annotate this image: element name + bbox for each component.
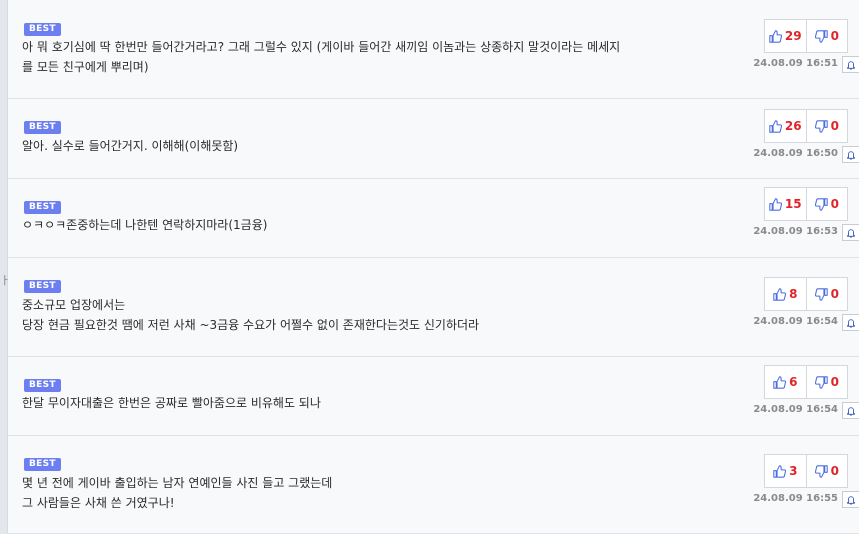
comment-date: 24.08.09 16:54 (753, 316, 838, 327)
comment-text: ㅇㅋㅇㅋ존중하는데 나한텐 연락하지마라(1금융) (22, 218, 268, 232)
notify-button[interactable] (842, 56, 859, 73)
upvote-button[interactable]: 26 (765, 110, 806, 142)
bell-icon (847, 318, 855, 328)
upvote-button[interactable]: 29 (765, 20, 806, 52)
comment-item: BEST 한달 무이자대출은 한번은 공짜로 빨아줌으로 비유해도 되나 6 0 24.… (8, 357, 859, 436)
best-badge: BEST (24, 121, 61, 134)
downvote-count: 0 (830, 29, 839, 43)
left-strip (0, 0, 8, 534)
vote-box: 60 (764, 365, 848, 399)
bell-icon (847, 228, 855, 238)
downvote-count: 0 (830, 287, 839, 301)
comment-text: 아 뭐 호기심에 딱 한번만 들어간거라고? 그래 그럴수 있지 (게이바 들어… (22, 40, 621, 74)
best-badge: BEST (24, 201, 61, 214)
best-badge: BEST (24, 280, 61, 293)
downvote-count: 0 (830, 119, 839, 133)
thumbs-down-icon (814, 375, 828, 389)
upvote-count: 29 (784, 29, 802, 43)
comment-text: 한달 무이자대출은 한번은 공짜로 빨아줌으로 비유해도 되나 (22, 396, 321, 410)
comment-text: 중소규모 업장에서는 당장 현금 필요한것 땜에 저런 사채 ~3금융 수요가 … (22, 298, 480, 332)
thumbs-up-icon (773, 287, 787, 301)
upvote-count: 3 (789, 464, 798, 478)
best-badge: BEST (24, 458, 61, 471)
downvote-button[interactable]: 0 (805, 110, 848, 142)
upvote-button[interactable]: 15 (765, 188, 806, 220)
bell-icon (847, 495, 855, 505)
upvote-count: 26 (784, 119, 802, 133)
thumbs-up-icon (769, 197, 782, 211)
bell-icon (847, 406, 855, 416)
thumbs-up-icon (769, 29, 782, 43)
upvote-button[interactable]: 3 (765, 455, 806, 487)
downvote-button[interactable]: 0 (805, 366, 848, 398)
vote-box: 15 0 (764, 187, 848, 221)
notify-button[interactable] (842, 314, 859, 331)
comment-item: BEST ㅇㅋㅇㅋ존중하는데 나한텐 연락하지마라(1금융) 15 0 24.08.09… (8, 179, 859, 258)
comment-text: 알아. 실수로 들어간거지. 이해해(이해못함) (22, 139, 239, 153)
vote-box: 29 0 (764, 19, 848, 53)
thumbs-down-icon (814, 287, 828, 301)
upvote-count: 15 (784, 197, 802, 211)
bell-icon (847, 150, 855, 160)
best-badge: BEST (24, 23, 61, 36)
vote-box: 30 (764, 454, 848, 488)
thumbs-down-icon (814, 29, 828, 43)
upvote-count: 8 (789, 287, 798, 301)
thumbs-down-icon (814, 197, 828, 211)
comment-date: 24.08.09 16:51 (753, 58, 838, 69)
thumbs-up-icon (773, 464, 787, 478)
downvote-count: 0 (830, 464, 839, 478)
thumbs-down-icon (814, 119, 828, 133)
downvote-button[interactable]: 0 (805, 188, 848, 220)
comment-item: BEST 알아. 실수로 들어간거지. 이해해(이해못함) 26 0 24.08.09 … (8, 99, 859, 179)
vote-box: 80 (764, 277, 848, 311)
downvote-button[interactable]: 0 (805, 278, 848, 310)
comment-date: 24.08.09 16:50 (753, 148, 838, 159)
thumbs-up-icon (769, 119, 782, 133)
notify-button[interactable] (842, 491, 859, 508)
comment-item: BEST 몇 년 전에 게이바 출입하는 남자 연예인들 사진 들고 그랬는데 그… (8, 436, 859, 534)
bell-icon (847, 60, 855, 70)
thumbs-up-icon (773, 375, 787, 389)
upvote-button[interactable]: 8 (765, 278, 806, 310)
notify-button[interactable] (842, 146, 859, 163)
best-badge: BEST (24, 379, 61, 392)
comment-date: 24.08.09 16:54 (753, 404, 838, 415)
downvote-count: 0 (830, 197, 839, 211)
thumbs-down-icon (814, 464, 828, 478)
vote-box: 26 0 (764, 109, 848, 143)
comment-item: BEST 아 뭐 호기심에 딱 한번만 들어간거라고? 그래 그럴수 있지 (게이… (8, 0, 859, 99)
comment-item: BEST 중소규모 업장에서는 당장 현금 필요한것 땜에 저런 사채 ~3금융 … (8, 258, 859, 357)
notify-button[interactable] (842, 224, 859, 241)
downvote-button[interactable]: 0 (805, 455, 848, 487)
comment-date: 24.08.09 16:53 (753, 226, 838, 237)
downvote-button[interactable]: 0 (805, 20, 848, 52)
downvote-count: 0 (830, 375, 839, 389)
upvote-count: 6 (789, 375, 798, 389)
notify-button[interactable] (842, 402, 859, 419)
comment-text: 몇 년 전에 게이바 출입하는 남자 연예인들 사진 들고 그랬는데 그 사람들… (22, 476, 333, 510)
upvote-button[interactable]: 6 (765, 366, 806, 398)
comment-date: 24.08.09 16:55 (753, 493, 838, 504)
